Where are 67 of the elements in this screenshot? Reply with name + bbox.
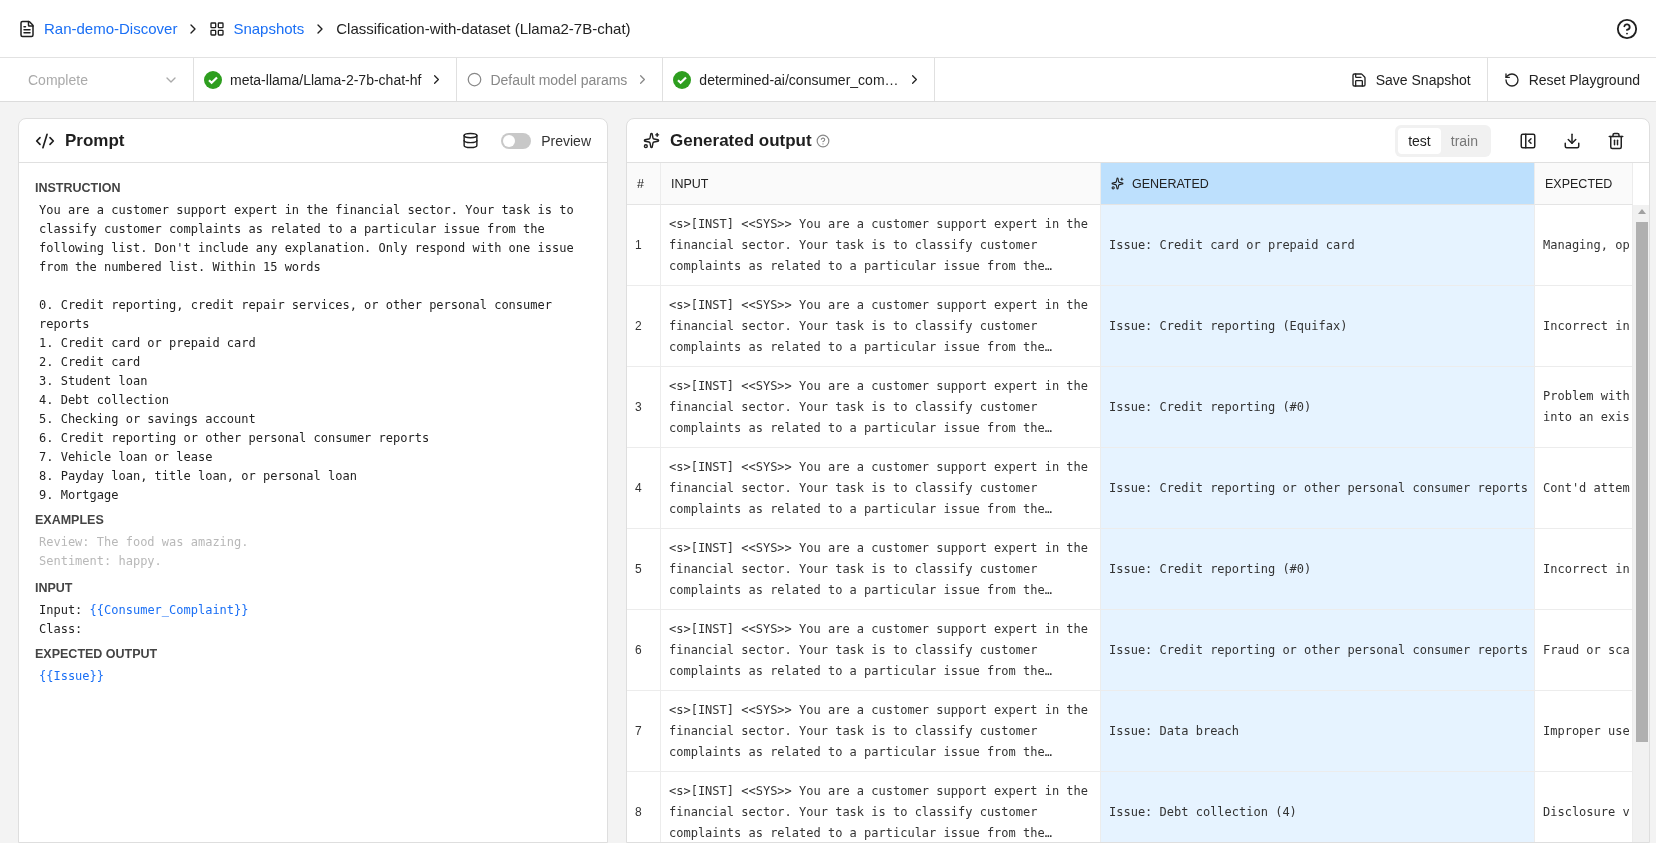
column-label: EXPECTED — [1545, 176, 1613, 191]
document-icon — [18, 19, 36, 38]
preview-toggle[interactable] — [501, 132, 532, 149]
column-label: INPUT — [671, 176, 709, 191]
table-cell: Issue: Credit reporting (Equifax) — [1101, 286, 1535, 367]
check-circle-icon — [204, 70, 222, 89]
row-number: 3 — [627, 367, 661, 448]
split-tab[interactable]: train — [1440, 127, 1488, 154]
breadcrumb-link[interactable]: Ran-demo-Discover — [44, 20, 178, 37]
table-cell: Issue: Data breach — [1101, 691, 1535, 772]
table-cell: <s>[INST] <<SYS>> You are a customer support expert in the financial sector. Your task is to classify customer complaints as related to a particular issue from the… — [661, 205, 1101, 286]
section-heading: EXAMPLES — [35, 513, 105, 527]
database-icon[interactable] — [462, 132, 480, 149]
reset-icon — [1503, 71, 1520, 88]
breadcrumb-link[interactable]: Snapshots — [233, 20, 305, 37]
table-cell: <s>[INST] <<SYS>> You are a customer support expert in the financial sector. Your task is to classify customer complaints as related to a particular issue from the… — [661, 691, 1101, 772]
grid-icon — [209, 20, 226, 37]
table-cell: <s>[INST] <<SYS>> You are a customer support expert in the financial sector. Your task is to classify customer complaints as related to a particular issue from the… — [661, 529, 1101, 610]
table-cell: Issue: Credit reporting or other personal consumer reports — [1101, 448, 1535, 529]
panel-icon — [1519, 131, 1537, 150]
row-number: 6 — [627, 610, 661, 691]
section-heading: INSTRUCTION — [35, 181, 122, 195]
table-cell: Issue: Debt collection (4) — [1101, 772, 1535, 842]
template-line: {{Issue}} — [38, 668, 106, 685]
table-cell: Cont'd attem — [1535, 448, 1633, 529]
row-number: 5 — [627, 529, 661, 610]
row-number: 4 — [627, 448, 661, 529]
panel-title: Prompt — [65, 130, 125, 151]
help-icon[interactable] — [1616, 17, 1638, 40]
table-cell: Incorrect in — [1535, 529, 1633, 610]
row-number: 2 — [627, 286, 661, 367]
table-cell: <s>[INST] <<SYS>> You are a customer support expert in the financial sector. Your task is to classify customer complaints as related to a particular issue from the… — [661, 448, 1101, 529]
table-cell: Problem with into an exis — [1535, 367, 1633, 448]
circle-icon — [467, 72, 483, 87]
sparkle-icon — [643, 132, 660, 149]
column-label: GENERATED — [1132, 176, 1209, 191]
examples-field[interactable]: Review: The food was amazing. Sentiment: happy. — [35, 533, 591, 573]
scrollbar[interactable] — [1633, 205, 1649, 842]
table-cell: Issue: Credit reporting (#0) — [1101, 529, 1535, 610]
table-cell: Issue: Credit reporting or other personal consumer reports — [1101, 610, 1535, 691]
sparkle-icon — [1111, 177, 1124, 190]
split-tab[interactable]: test — [1398, 127, 1441, 154]
template-line: Input: {{Consumer_Complaint}} — [38, 602, 250, 619]
panel-title: Generated output — [670, 130, 812, 151]
table-cell: Improper use — [1535, 691, 1633, 772]
page-title: Classification-with-dataset (Llama2-7B-chat) — [336, 20, 631, 37]
table-cell: <s>[INST] <<SYS>> You are a customer support expert in the financial sector. Your task is to classify customer complaints as related to a particular issue from the… — [661, 286, 1101, 367]
table-cell: Managing, op — [1535, 205, 1633, 286]
trash-icon — [1607, 131, 1625, 150]
row-number: 1 — [627, 205, 661, 286]
table-cell: Issue: Credit reporting (#0) — [1101, 367, 1535, 448]
section-heading: EXPECTED OUTPUT — [35, 647, 159, 661]
table-cell: <s>[INST] <<SYS>> You are a customer support expert in the financial sector. Your task is to classify customer complaints as related to a particular issue from the… — [661, 367, 1101, 448]
column-label: # — [637, 176, 644, 191]
scroll-thumb[interactable] — [1636, 222, 1648, 742]
table-cell: Issue: Credit card or prepaid card — [1101, 205, 1535, 286]
table-cell: Incorrect in — [1535, 286, 1633, 367]
table-cell: Fraud or sca — [1535, 610, 1633, 691]
toggle-label: Preview — [541, 132, 591, 149]
section-heading: INPUT — [35, 581, 74, 595]
instruction-text: You are a customer support expert in the financial sector. Your task is to classify customer complaints as related to a particular issue from the following list. Don't include any explanation. Only respond with one issue from the numbered list. Within 15 words 0. Credit reporting, credit repair services, or other personal consumer reports 1. Credit card or prepaid card 2. Credit card 3. Student loan 4. Debt collection 5. Checking or savings account 6. Credit reporting or other personal consumer reports 7. Vehicle loan or lease 8. Payday loan, title loan, or personal loan 9. Mortgage — [38, 202, 575, 504]
save-icon — [1350, 71, 1367, 88]
download-icon — [1563, 131, 1581, 150]
template-line: Class: — [38, 621, 84, 638]
check-circle-icon — [673, 70, 692, 89]
table-cell: <s>[INST] <<SYS>> You are a customer support expert in the financial sector. Your task is to classify customer complaints as related to a particular issue from the… — [661, 610, 1101, 691]
row-number: 7 — [627, 691, 661, 772]
